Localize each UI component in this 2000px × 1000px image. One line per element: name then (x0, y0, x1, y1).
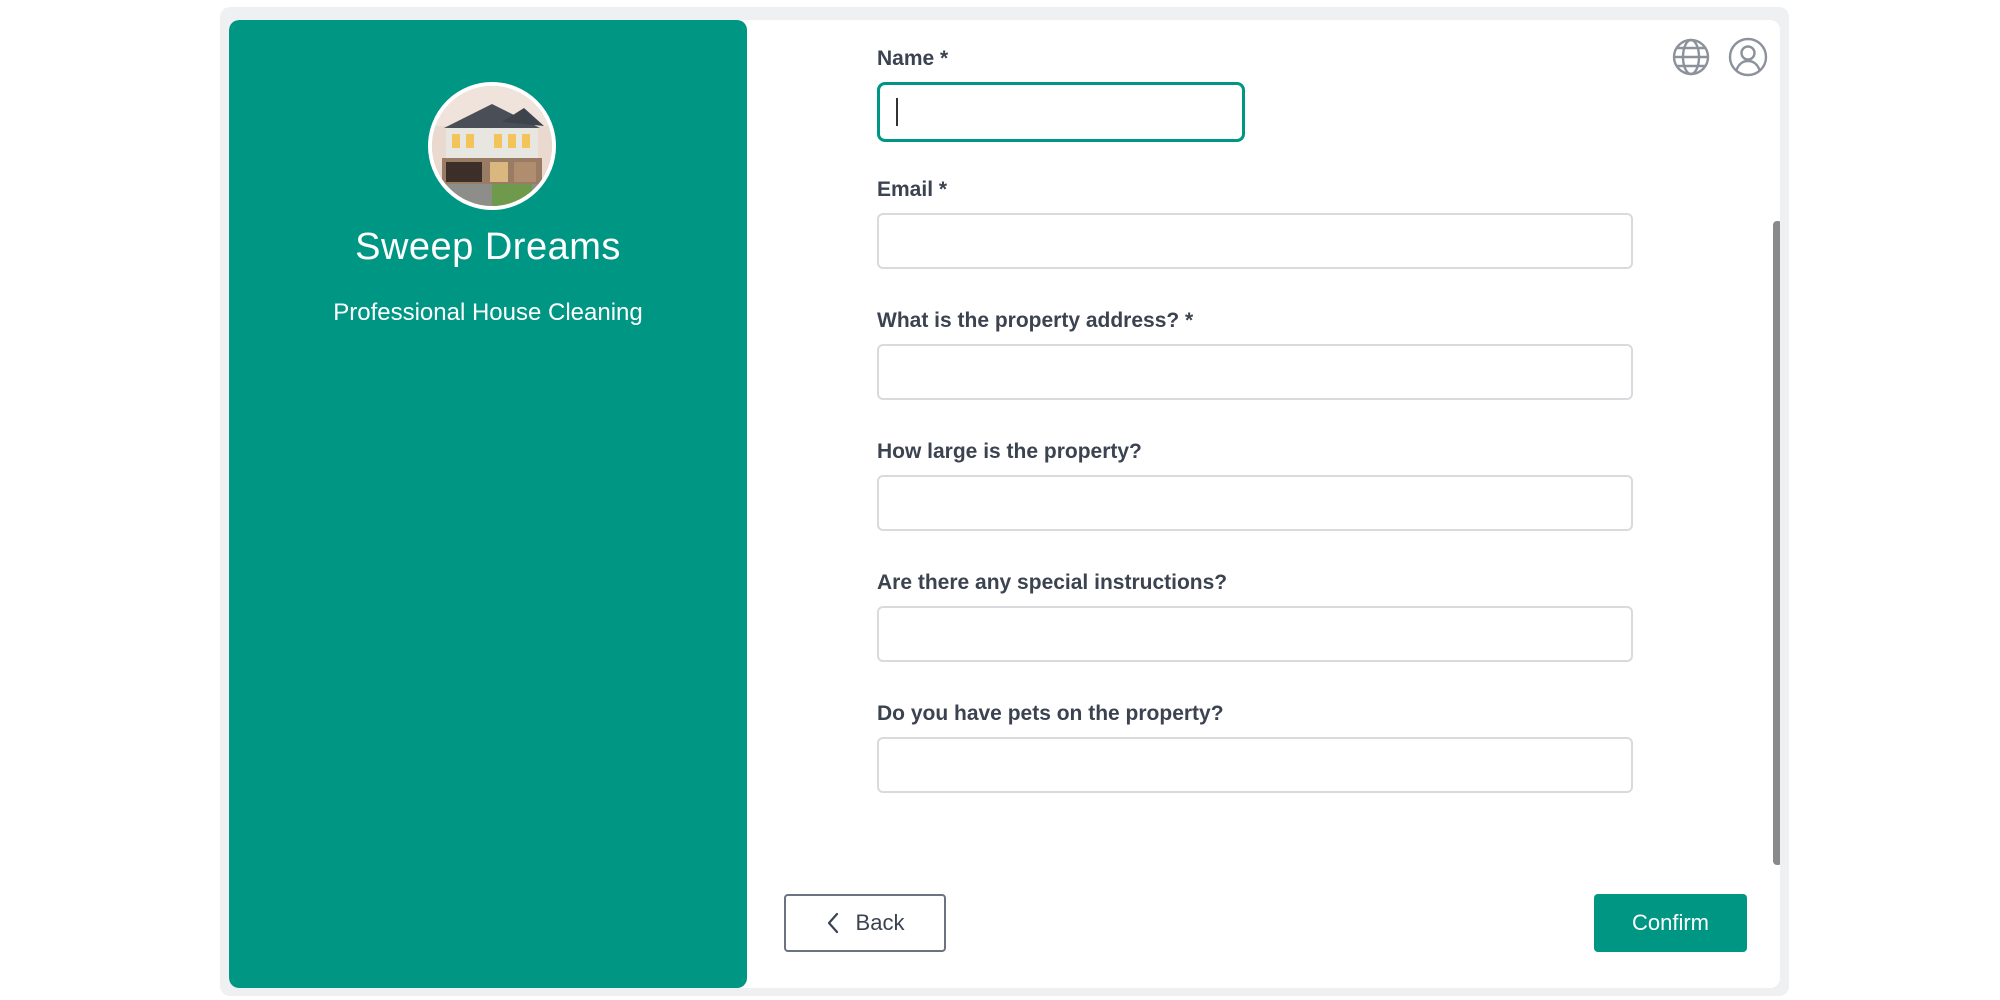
business-avatar (428, 82, 556, 210)
back-button-label: Back (855, 910, 905, 935)
user-circle-icon (1728, 37, 1768, 77)
property-size-label: How large is the property? (877, 440, 1142, 463)
business-tagline: Professional House Cleaning (333, 299, 643, 326)
address-label: What is the property address? * (877, 309, 1194, 332)
globe-icon (1672, 38, 1710, 76)
name-field[interactable] (877, 82, 1245, 142)
name-label: Name * (877, 47, 949, 70)
text-caret (896, 98, 898, 126)
confirm-button[interactable]: Confirm (1594, 894, 1747, 952)
form-scrollbar[interactable] (1773, 221, 1780, 865)
back-button[interactable]: Back (784, 894, 946, 952)
business-panel: Sweep Dreams Professional House Cleaning (229, 20, 747, 988)
special-instructions-label: Are there any special instructions? (877, 571, 1228, 594)
house-photo-icon (432, 86, 552, 206)
pets-label: Do you have pets on the property? (877, 702, 1224, 725)
business-name: Sweep Dreams (355, 226, 621, 268)
language-button[interactable] (1670, 36, 1712, 78)
address-field[interactable] (877, 344, 1633, 400)
property-size-field[interactable] (877, 475, 1633, 531)
chevron-left-icon (827, 912, 838, 934)
pets-field[interactable] (877, 737, 1633, 793)
email-field[interactable] (877, 213, 1633, 269)
booking-card: Sweep Dreams Professional House Cleaning… (229, 20, 1780, 988)
special-instructions-field[interactable] (877, 606, 1633, 662)
email-label: Email * (877, 178, 948, 201)
account-button[interactable] (1727, 36, 1769, 78)
